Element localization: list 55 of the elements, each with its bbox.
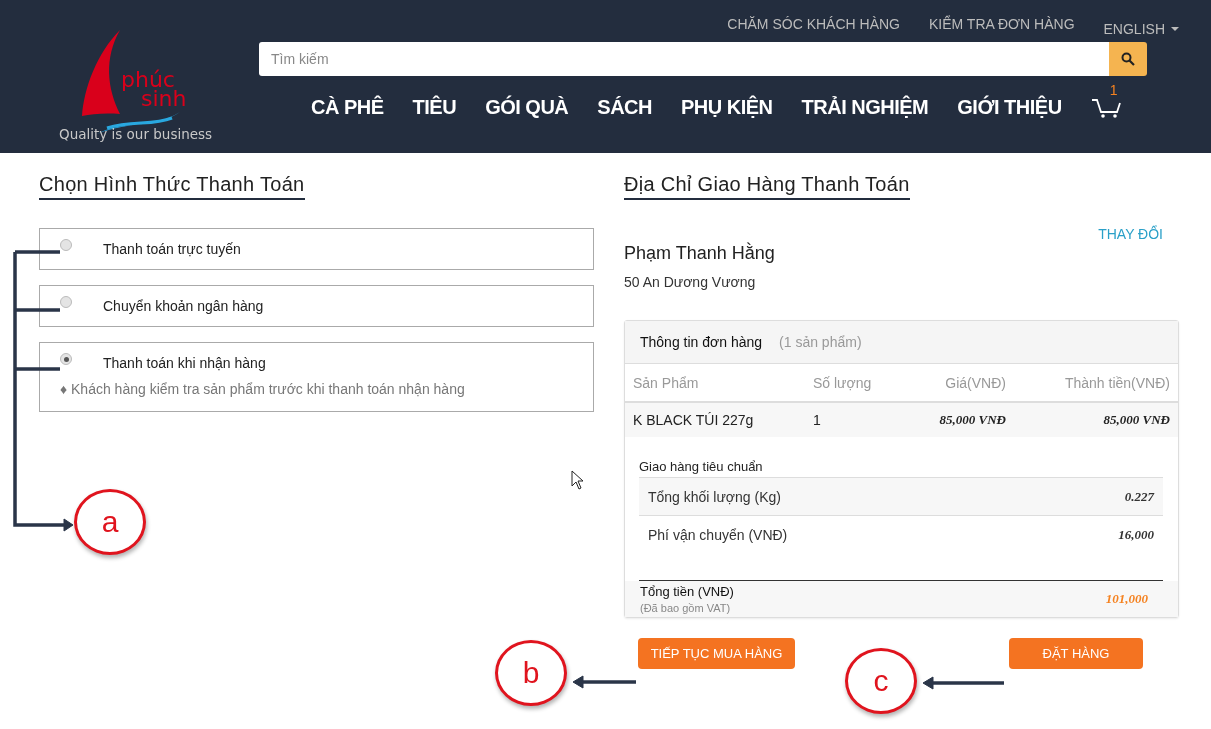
top-link[interactable]: CHĂM SÓC KHÁCH HÀNG xyxy=(727,16,900,42)
nav-link[interactable]: TRẢI NGHIỆM xyxy=(801,96,929,119)
caret-icon xyxy=(1171,27,1179,31)
column-header: Số lượng xyxy=(813,374,873,391)
callout-bubble: a xyxy=(74,489,146,555)
panel-title: Thông tin đơn hàng xyxy=(640,334,763,350)
option-note: ♦ Khách hàng kiểm tra sản phẩm trước khi thanh toán nhận hàng xyxy=(60,381,466,399)
detail-label: Phí vận chuyển (VNĐ) xyxy=(648,526,788,543)
logo-wordmark: sinh xyxy=(141,89,187,108)
radio-button[interactable] xyxy=(60,296,72,308)
table-cell-text: 1 xyxy=(813,412,822,428)
payment-option[interactable]: Thanh toán khi nhận hàng ♦ Khách hàng kiểm tra sản phẩm trước khi thanh toán nhận hàng xyxy=(39,342,594,412)
recipient-name: Phạm Thanh Hằng xyxy=(624,243,776,264)
table-cell-text: 85,000 VNĐ xyxy=(938,412,1006,428)
callout-bubble: c xyxy=(845,648,917,714)
payment-option[interactable]: Chuyển khoản ngân hàng xyxy=(39,285,594,327)
option-label: Chuyển khoản ngân hàng xyxy=(103,298,264,314)
radio-button[interactable] xyxy=(60,353,72,365)
column-header: Thành tiền(VNĐ) xyxy=(1063,374,1170,391)
option-label: Thanh toán khi nhận hàng xyxy=(103,355,266,371)
top-link[interactable]: KIỂM TRA ĐƠN HÀNG xyxy=(929,16,1075,42)
section-heading: Chọn Hình Thức Thanh Toán xyxy=(39,173,305,200)
vat-note: (Đã bao gồm VAT) xyxy=(640,602,732,614)
table-cell-text: 85,000 VNĐ xyxy=(1102,412,1170,428)
nav-link[interactable]: TIÊU xyxy=(412,96,457,119)
nav-link[interactable]: SÁCH xyxy=(597,96,652,119)
recipient-address: 50 An Dương Vương xyxy=(624,274,757,290)
table-cell-text: K BLACK TÚI 227g xyxy=(633,412,755,428)
total-label: Tổng tiền (VNĐ) xyxy=(640,584,734,599)
search-icon xyxy=(1121,52,1135,66)
total-value: 101,000 xyxy=(1105,591,1148,607)
detail-value: 0.227 xyxy=(1124,488,1154,505)
option-label: Thanh toán trực tuyến xyxy=(103,241,241,257)
detail-label: Tổng khối lượng (Kg) xyxy=(648,488,781,505)
logo-wordmark: phúc xyxy=(121,70,175,89)
cart-button[interactable]: 1 xyxy=(1090,84,1121,119)
nav-link[interactable]: CÀ PHÊ xyxy=(311,96,384,119)
section-heading: Địa Chỉ Giao Hàng Thanh Toán xyxy=(624,173,910,200)
nav-link[interactable]: GÓI QUÀ xyxy=(485,96,569,119)
search-field[interactable]: Tìm kiếm xyxy=(259,42,1109,76)
detail-value: 16,000 xyxy=(1118,526,1154,543)
payment-option[interactable]: Thanh toán trực tuyến xyxy=(39,228,594,270)
nav-link[interactable]: GIỚI THIỆU xyxy=(957,96,1062,119)
logo-tagline: Quality is our business xyxy=(59,126,213,142)
column-header: Sản Phẩm xyxy=(633,374,700,391)
search-button[interactable] xyxy=(1109,42,1147,76)
radio-button[interactable] xyxy=(60,239,72,251)
shipping-method: Giao hàng tiêu chuẩn xyxy=(639,459,764,476)
arrow xyxy=(572,675,636,689)
column-header: Giá(VNĐ) xyxy=(944,374,1006,391)
nav-link[interactable]: PHỤ KIỆN xyxy=(681,96,773,119)
item-count: (1 sản phẩm) xyxy=(779,334,862,350)
callout-bubble: b xyxy=(495,640,567,706)
cursor-icon xyxy=(571,470,584,490)
language-dropdown[interactable]: ENGLISH xyxy=(1103,16,1179,42)
